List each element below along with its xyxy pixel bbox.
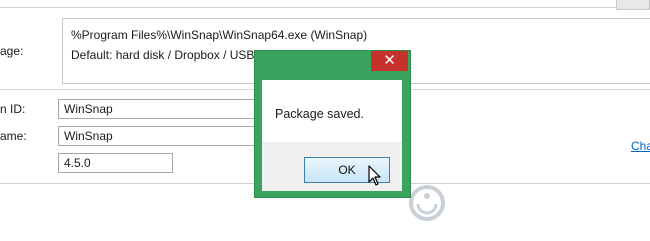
application-name-label: ame:	[0, 129, 27, 143]
dialog-message: Package saved.	[275, 107, 364, 121]
close-button[interactable]: ✕	[371, 51, 408, 71]
change-link[interactable]: Cha	[631, 139, 650, 153]
close-icon: ✕	[383, 52, 396, 69]
application-id-label: n ID:	[0, 102, 26, 116]
version-input[interactable]: 4.5.0	[58, 153, 173, 173]
dialog-titlebar[interactable]: ✕	[255, 51, 410, 80]
package-saved-dialog: ✕ Package saved. OK	[254, 50, 411, 198]
application-name-input[interactable]: WinSnap	[58, 126, 268, 146]
application-id-input[interactable]: WinSnap	[58, 99, 268, 119]
storage-label: age:	[0, 44, 24, 58]
window-control[interactable]	[616, 0, 650, 10]
mouse-cursor-icon	[368, 165, 381, 186]
watermark-logo-icon	[409, 185, 445, 221]
program-path-text: %Program Files%\WinSnap\WinSnap64.exe (W…	[71, 28, 368, 42]
dialog-body: Package saved.	[262, 80, 402, 142]
